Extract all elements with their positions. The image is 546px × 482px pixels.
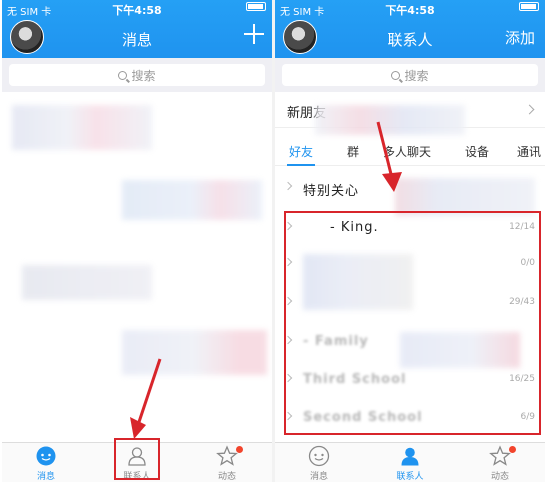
- blurred-message: [12, 105, 152, 150]
- status-bar: 无 SIM 卡 下午4:58: [2, 0, 272, 18]
- tab-moments[interactable]: 动态: [197, 445, 257, 482]
- segment-groups[interactable]: 群: [347, 143, 359, 160]
- search-input[interactable]: 搜索: [282, 64, 538, 86]
- blurred-message: [22, 265, 152, 300]
- chevron-right-icon: [524, 104, 535, 115]
- nav-header: 无 SIM 卡 下午4:58 消息: [2, 0, 272, 58]
- tab-label: 动态: [217, 472, 236, 482]
- contacts-screen: 无 SIM 卡 下午4:58 联系人 添加 搜索 新朋友 好友 群 多人聊天 设…: [275, 0, 545, 482]
- tab-label: 消息: [309, 472, 328, 482]
- message-icon: [308, 445, 330, 467]
- segment-devices[interactable]: 设备: [465, 143, 489, 160]
- tab-label: 动态: [490, 472, 509, 482]
- search-icon: [118, 70, 128, 80]
- search-icon: [391, 70, 401, 80]
- star-icon: [489, 445, 511, 466]
- annotation-arrow: [130, 358, 162, 439]
- messages-screen: 无 SIM 卡 下午4:58 消息 搜索 消息 联系人 动态: [2, 0, 272, 482]
- search-bar: 搜索: [275, 58, 545, 92]
- search-bar: 搜索: [2, 58, 272, 92]
- search-placeholder: 搜索: [131, 68, 156, 83]
- search-placeholder: 搜索: [404, 68, 429, 83]
- notification-badge: [236, 446, 243, 453]
- segment-friends[interactable]: 好友: [289, 143, 313, 160]
- contact-segments: 好友 群 多人聊天 设备 通讯: [275, 136, 545, 166]
- tab-messages[interactable]: 消息: [16, 445, 76, 482]
- segment-indicator: [287, 164, 315, 166]
- segment-address-book[interactable]: 通讯: [517, 143, 541, 160]
- search-input[interactable]: 搜索: [9, 64, 265, 86]
- battery-icon: [519, 2, 539, 11]
- blurred-message: [122, 180, 262, 220]
- notification-badge: [509, 446, 516, 453]
- tab-messages[interactable]: 消息: [289, 445, 349, 482]
- highlight-box: [284, 211, 541, 435]
- tab-label: 消息: [36, 472, 55, 482]
- tab-label: 联系人: [396, 472, 424, 482]
- annotation-arrow: [376, 121, 402, 192]
- plus-icon[interactable]: [244, 24, 264, 44]
- clock: 下午4:58: [385, 4, 435, 17]
- chevron-right-icon: [283, 181, 293, 191]
- contacts-icon: [401, 447, 419, 466]
- status-bar: 无 SIM 卡 下午4:58: [275, 0, 545, 18]
- star-icon: [216, 445, 238, 466]
- page-title: 消息: [121, 31, 152, 49]
- add-button[interactable]: 添加: [505, 27, 535, 48]
- tab-moments[interactable]: 动态: [470, 445, 530, 482]
- group-name: 特别关心: [303, 184, 360, 199]
- battery-icon: [246, 2, 266, 11]
- clock: 下午4:58: [112, 4, 162, 17]
- tab-contacts[interactable]: 联系人: [380, 445, 440, 482]
- nav-header: 无 SIM 卡 下午4:58 联系人 添加: [275, 0, 545, 58]
- tab-bar: 消息 联系人 动态: [275, 442, 545, 482]
- message-icon: [36, 446, 56, 466]
